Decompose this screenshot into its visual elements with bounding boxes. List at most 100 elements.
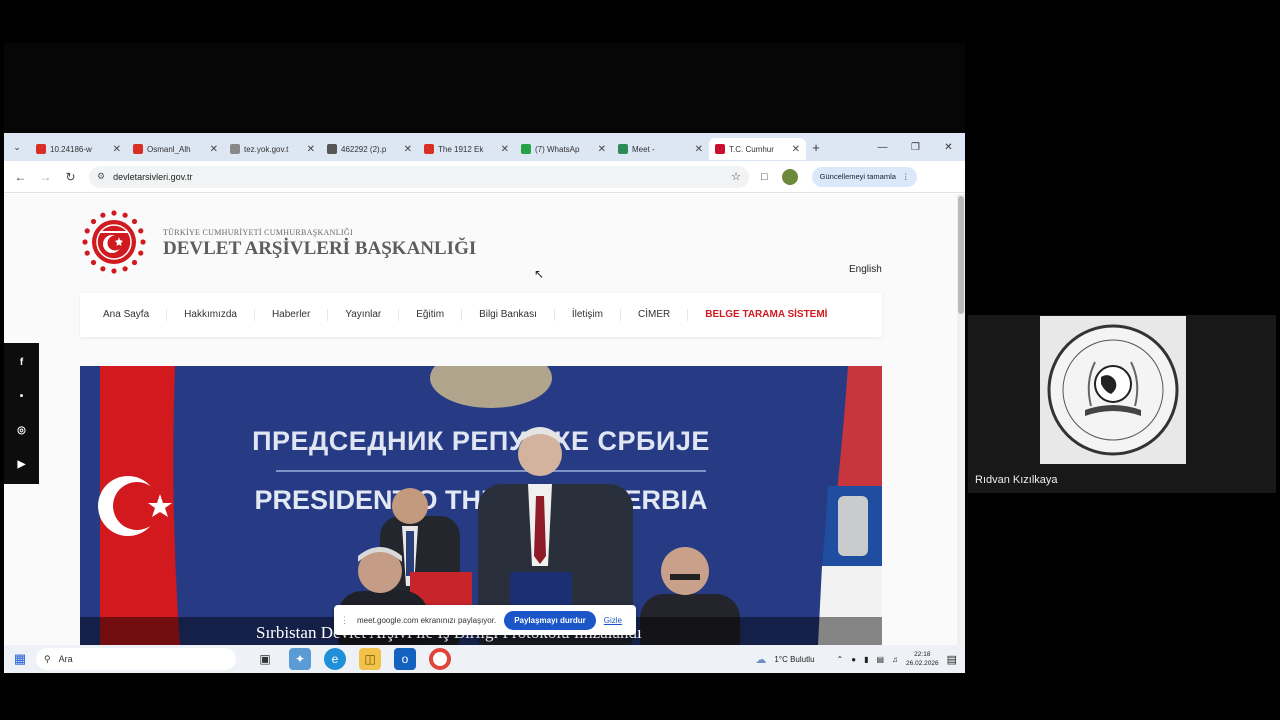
tab-title: 462292 (2).p: [341, 144, 387, 154]
nav-item[interactable]: Ana Sayfa: [86, 309, 168, 321]
tab-favicon-icon: [715, 144, 725, 154]
tab-close-icon[interactable]: ✕: [792, 144, 800, 155]
twitter-icon[interactable]: •: [20, 391, 24, 402]
instagram-icon[interactable]: ◎: [17, 425, 26, 436]
browser-tab[interactable]: Osmanl_Alh ✕: [127, 138, 224, 160]
edge-icon[interactable]: e: [324, 648, 346, 670]
window-controls: — ❐ ✕: [866, 133, 965, 161]
tab-favicon-icon: [133, 144, 143, 154]
tab-title: Meet -: [632, 144, 655, 154]
browser-tab[interactable]: T.C. Cumhur ✕: [709, 138, 806, 160]
participant-avatar: [1040, 316, 1186, 464]
update-button-label: Güncellemeyi tamamla: [819, 172, 896, 181]
agora-academy-logo: [1047, 324, 1179, 456]
scrollbar-thumb[interactable]: [958, 196, 964, 314]
new-tab-button[interactable]: +: [806, 140, 826, 155]
extensions-icon[interactable]: □: [761, 171, 768, 183]
nav-item[interactable]: CİMER: [621, 309, 689, 321]
browser-tab[interactable]: 10.24186-w ✕: [30, 138, 127, 160]
restore-icon[interactable]: ❐: [899, 133, 932, 161]
url-input[interactable]: ⚙ devletarsivleri.gov.tr ☆: [89, 165, 749, 188]
tab-favicon-icon: [521, 144, 531, 154]
outlook-icon[interactable]: o: [394, 648, 416, 670]
browser-tab[interactable]: tez.yok.gov.t ✕: [224, 138, 321, 160]
browser-tab[interactable]: 462292 (2).p ✕: [321, 138, 418, 160]
tab-close-icon[interactable]: ✕: [210, 144, 218, 155]
tab-close-icon[interactable]: ✕: [404, 144, 412, 155]
minimize-icon[interactable]: —: [866, 133, 899, 161]
clock-time: 22:18: [914, 651, 931, 658]
reload-icon[interactable]: ↻: [58, 170, 83, 184]
tab-close-icon[interactable]: ✕: [695, 144, 703, 155]
stop-sharing-button[interactable]: Paylaşmayı durdur: [504, 610, 596, 630]
taskbar-search[interactable]: ⚲ Ara: [36, 648, 236, 670]
close-icon[interactable]: ✕: [932, 133, 965, 161]
network-icon[interactable]: ▤: [876, 655, 884, 664]
tab-close-icon[interactable]: ✕: [307, 144, 315, 155]
taskbar-search-placeholder: Ara: [58, 654, 73, 664]
bookmark-star-icon[interactable]: ☆: [731, 170, 741, 183]
update-button[interactable]: Güncellemeyi tamamla ⋮: [811, 166, 918, 187]
browser-tab[interactable]: The 1912 Ek ✕: [418, 138, 515, 160]
tab-title: The 1912 Ek: [438, 144, 484, 154]
tab-favicon-icon: [36, 144, 46, 154]
logo-subtitle: TÜRKİYE CUMHURİYETİ CUMHURBAŞKANLIĞI: [163, 228, 353, 237]
profile-avatar[interactable]: [781, 168, 798, 185]
main-navigation: Ana Sayfa Hakkımızda Haberler Yayınlar Eğiti…: [80, 293, 882, 337]
site-info-icon[interactable]: ⚙: [97, 171, 105, 182]
hero-slider[interactable]: ПРЕДСЕДНИК РЕПУ ИКЕ СРБИЈЕ PRESIDENT O T…: [80, 366, 882, 645]
tab-favicon-icon: [327, 144, 337, 154]
nav-item[interactable]: İletişim: [555, 309, 621, 321]
drag-handle-icon[interactable]: ⋮: [340, 615, 349, 626]
weather-icon: ☁: [755, 653, 767, 666]
nav-item[interactable]: BELGE TARAMA SİSTEMİ: [688, 309, 844, 321]
tab-close-icon[interactable]: ✕: [598, 144, 606, 155]
tab-title: (7) WhatsAp: [535, 144, 580, 154]
tab-favicon-icon: [618, 144, 628, 154]
facebook-icon[interactable]: f: [20, 357, 23, 368]
participant-tile[interactable]: Rıdvan Kızılkaya: [968, 315, 1276, 493]
tab-search-icon[interactable]: ⌄: [4, 133, 30, 161]
tray-chevron-icon[interactable]: ⌃: [837, 655, 844, 664]
more-menu-icon[interactable]: ⋮: [902, 172, 910, 181]
copilot-icon[interactable]: ✦: [289, 648, 311, 670]
chrome-icon[interactable]: [429, 648, 451, 670]
share-notice-text: meet.google.com ekranınızı paylaşıyor.: [357, 615, 497, 625]
youtube-icon[interactable]: ▶: [18, 459, 26, 470]
tab-close-icon[interactable]: ✕: [113, 144, 121, 155]
forward-icon[interactable]: →: [33, 170, 58, 184]
volume-icon[interactable]: ♫: [892, 655, 898, 664]
clock[interactable]: 22:18 26.02.2026: [906, 650, 939, 668]
windows-start-icon[interactable]: ▦: [4, 645, 36, 673]
notifications-icon[interactable]: ▤: [947, 653, 957, 666]
tab-favicon-icon: [230, 144, 240, 154]
nav-item[interactable]: Eğitim: [399, 309, 463, 321]
back-icon[interactable]: ←: [8, 170, 33, 184]
shared-screen: ⌄ 10.24186-w ✕ Osmanl_Alh ✕ tez.yok.gov.t ✕ 46…: [4, 133, 965, 673]
nav-item[interactable]: Yayınlar: [328, 309, 400, 321]
address-bar: ← → ↻ ⚙ devletarsivleri.gov.tr ☆ □ Günce…: [4, 161, 965, 193]
browser-tab[interactable]: (7) WhatsAp ✕: [515, 138, 612, 160]
tab-close-icon[interactable]: ✕: [501, 144, 509, 155]
tab-title: Osmanl_Alh: [147, 144, 191, 154]
browser-tab-bar: ⌄ 10.24186-w ✕ Osmanl_Alh ✕ tez.yok.gov.t ✕ 46…: [4, 133, 965, 161]
screen-share-notice: ⋮ meet.google.com ekranınızı paylaşıyor.…: [334, 605, 636, 635]
camera-icon[interactable]: ●: [851, 655, 856, 664]
windows-taskbar: ▦ ⚲ Ara ▣ ✦ e ◫ o ☁ 1°C Bulutlu ⌃ ● ▮ ▤ …: [4, 645, 965, 673]
people-signing-photo: [338, 427, 740, 645]
task-view-icon[interactable]: ▣: [254, 648, 276, 670]
social-sidebar: f • ◎ ▶: [4, 343, 39, 484]
page-scrollbar[interactable]: [957, 194, 965, 645]
language-link[interactable]: English: [849, 264, 882, 275]
browser-tab[interactable]: Meet - ✕: [612, 138, 709, 160]
file-explorer-icon[interactable]: ◫: [359, 648, 381, 670]
nav-item[interactable]: Hakkımızda: [167, 309, 255, 321]
microphone-icon[interactable]: ▮: [864, 655, 868, 664]
logo-title[interactable]: DEVLET ARŞİVLERİ BAŞKANLIĞI: [163, 238, 476, 260]
nav-item[interactable]: Haberler: [255, 309, 329, 321]
hide-notice-link[interactable]: Gizle: [604, 616, 622, 625]
weather-text[interactable]: 1°C Bulutlu: [774, 655, 814, 664]
system-tray: ☁ 1°C Bulutlu ⌃ ● ▮ ▤ ♫ 22:18 26.02.2026…: [755, 645, 957, 673]
clock-date: 26.02.2026: [906, 660, 939, 667]
nav-item[interactable]: Bilgi Bankası: [462, 309, 555, 321]
